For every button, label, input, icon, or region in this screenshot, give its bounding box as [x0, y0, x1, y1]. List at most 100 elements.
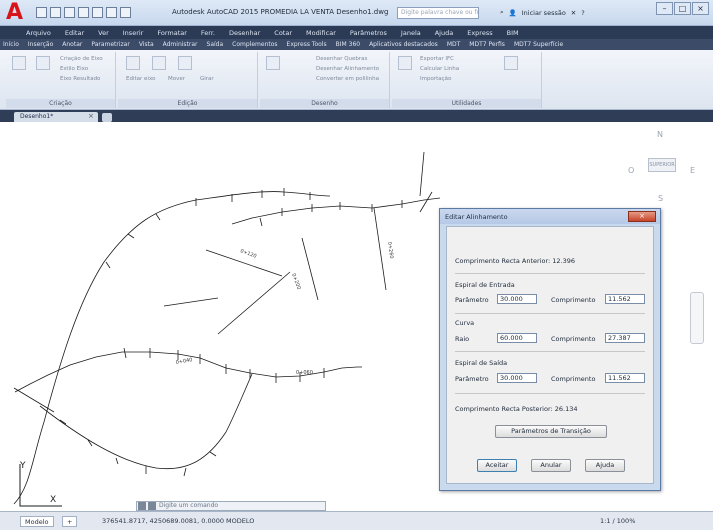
ribbon-tab[interactable]: Parametrizar	[91, 41, 129, 48]
redo-icon[interactable]	[120, 7, 131, 18]
ribbon-tab[interactable]: Complementos	[232, 41, 277, 48]
help-button[interactable]: Ajuda	[585, 459, 625, 472]
mdt-icon[interactable]	[504, 56, 518, 70]
document-tabs: Desenho1* ×	[0, 110, 713, 122]
ribbon-tool[interactable]: Exportar IFC	[420, 56, 454, 62]
ribbon-tool[interactable]: Calcular Linha	[420, 66, 459, 72]
espiral-entrada-param-input[interactable]: 30.000	[497, 294, 537, 304]
ribbon-tab[interactable]: Express Tools	[287, 41, 327, 48]
transition-params-button[interactable]: Parâmetros de Transição	[495, 425, 607, 438]
create-axis-icon[interactable]	[12, 56, 26, 70]
svg-text:0+060: 0+060	[296, 370, 313, 376]
minimize-button[interactable]: –	[656, 2, 673, 15]
user-icon[interactable]: 👤	[509, 9, 517, 17]
curva-comp-input[interactable]: 27.387	[605, 333, 645, 343]
move-icon[interactable]	[152, 56, 166, 70]
svg-text:0+120: 0+120	[239, 248, 257, 259]
menu-item[interactable]: Desenhar	[229, 29, 260, 37]
ribbon-tab[interactable]: MDT	[447, 41, 460, 48]
ribbon-tab[interactable]: Anotar	[62, 41, 82, 48]
espiral-saida-param-input[interactable]: 30.000	[497, 373, 537, 383]
ribbon-tool[interactable]: Eixo Resultado	[60, 76, 100, 82]
help-icon[interactable]: ?	[581, 9, 584, 17]
ribbon-tool[interactable]: Desenhar Quebras	[316, 56, 367, 62]
new-icon[interactable]	[36, 7, 47, 18]
ribbon-tool[interactable]: Desenhar Alinhamento	[316, 66, 379, 72]
menu-item[interactable]: Ferr.	[201, 29, 215, 37]
save-as-icon[interactable]	[78, 7, 89, 18]
exchange-icon[interactable]: ✕	[571, 9, 576, 17]
new-tab-button[interactable]	[102, 113, 112, 122]
ribbon-tab[interactable]: BIM 360	[336, 41, 360, 48]
model-tab[interactable]: Modelo	[20, 516, 54, 527]
viewcube-south[interactable]: S	[658, 194, 663, 203]
add-layout-tab[interactable]: +	[62, 516, 78, 527]
ribbon-tool[interactable]: Mover	[168, 76, 185, 82]
autocad-logo-icon[interactable]: A	[6, 2, 28, 24]
save-icon[interactable]	[64, 7, 75, 18]
menu-item[interactable]: Ajuda	[435, 29, 453, 37]
ribbon-tab[interactable]: Inserção	[28, 41, 53, 48]
maximize-button[interactable]: □	[674, 2, 691, 15]
ribbon-tab[interactable]: Vista	[139, 41, 154, 48]
command-close-icon[interactable]	[138, 502, 146, 510]
menu-item[interactable]: Cotar	[274, 29, 292, 37]
espiral-entrada-comp-input[interactable]: 11.562	[605, 294, 645, 304]
search-input[interactable]: Digite palavra chave ou frase	[397, 7, 479, 19]
draw-breaks-icon[interactable]	[266, 56, 280, 70]
ribbon-tool[interactable]: Criação de Eixo	[60, 56, 103, 62]
menu-item[interactable]: Formatar	[157, 29, 187, 37]
scale-readout[interactable]: 1:1 / 100%	[600, 517, 635, 525]
raio-input[interactable]: 60.000	[497, 333, 537, 343]
menu-item[interactable]: Modificar	[306, 29, 336, 37]
menu-item[interactable]: Editar	[65, 29, 84, 37]
menu-item[interactable]: Parâmetros	[350, 29, 387, 37]
viewcube-west[interactable]: O	[628, 166, 634, 175]
ribbon-tool[interactable]: Estilo Eixo	[60, 66, 88, 72]
document-tab[interactable]: Desenho1*	[14, 112, 98, 122]
dialog-titlebar[interactable]: Editar Alinhamento ×	[440, 209, 660, 224]
close-window-button[interactable]: ×	[692, 2, 709, 15]
viewcube-north[interactable]: N	[657, 130, 663, 139]
menu-item[interactable]: Express	[467, 29, 492, 37]
ribbon-tab[interactable]: Início	[3, 41, 19, 48]
ribbon-group-label: Criação	[6, 99, 115, 108]
close-tab-icon[interactable]: ×	[88, 112, 94, 120]
ok-button[interactable]: Aceitar	[477, 459, 517, 472]
command-line-input[interactable]: Digite um comando	[136, 501, 326, 511]
binoculars-icon[interactable]: ⌕	[500, 8, 504, 17]
menu-item[interactable]: Ver	[98, 29, 109, 37]
export-icon[interactable]	[398, 56, 412, 70]
print-icon[interactable]	[92, 7, 103, 18]
cancel-button[interactable]: Anular	[531, 459, 571, 472]
ribbon-tool[interactable]: Girar	[200, 76, 214, 82]
menu-item[interactable]: Inserir	[123, 29, 144, 37]
viewcube-face[interactable]: SUPERIOR	[648, 158, 676, 172]
ribbon-tab[interactable]: MDT7 Perfis	[469, 41, 505, 48]
viewcube-east[interactable]: E	[690, 166, 695, 175]
menu-item[interactable]: Arquivo	[26, 29, 51, 37]
separator	[455, 351, 645, 352]
undo-icon[interactable]	[106, 7, 117, 18]
ribbon-tool[interactable]: Converter em polilinha	[316, 76, 379, 82]
curva-comp-label: Comprimento	[551, 335, 596, 343]
menu-item[interactable]: BIM	[507, 29, 519, 37]
ribbon-tab[interactable]: MDT7 Superfície	[514, 41, 563, 48]
espiral-saida-comp-input[interactable]: 11.562	[605, 373, 645, 383]
ribbon-tool[interactable]: Editar eixo	[126, 76, 155, 82]
ribbon-tool[interactable]: Importação	[420, 76, 451, 82]
signin-link[interactable]: Iniciar sessão	[522, 9, 566, 17]
open-icon[interactable]	[50, 7, 61, 18]
menu-item[interactable]: Janela	[401, 29, 421, 37]
navigation-bar[interactable]	[690, 292, 704, 344]
ribbon-tab[interactable]: Saída	[207, 41, 224, 48]
axis-style-icon[interactable]	[36, 56, 50, 70]
espiral-saida-param-label: Parâmetro	[455, 375, 489, 383]
rotate-icon[interactable]	[178, 56, 192, 70]
ribbon-tab[interactable]: Administrar	[163, 41, 198, 48]
ribbon-tab[interactable]: Aplicativos destacados	[369, 41, 438, 48]
edit-axis-icon[interactable]	[126, 56, 140, 70]
command-settings-icon[interactable]	[148, 502, 156, 510]
dialog-close-button[interactable]: ×	[628, 211, 656, 222]
svg-text:0+200: 0+200	[290, 273, 301, 291]
